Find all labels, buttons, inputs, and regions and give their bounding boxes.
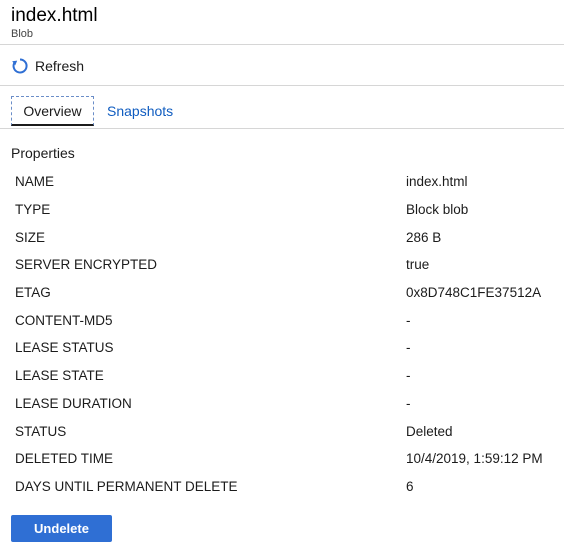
property-value: 0x8D748C1FE37512A [406,285,542,301]
property-row-size: SIZE 286 B [15,223,564,251]
page-title: index.html [11,5,98,26]
property-key: NAME [15,174,55,190]
property-row-name: NAME index.html [15,168,564,196]
property-key: SERVER ENCRYPTED [15,257,158,273]
property-key: LEASE STATUS [15,340,114,356]
property-key: TYPE [15,202,51,218]
property-value: - [406,312,411,328]
property-value: true [406,257,430,273]
property-row-etag: ETAG 0x8D748C1FE37512A [15,279,564,307]
property-key: ETAG [15,285,51,301]
property-row-lease-state: LEASE STATE - [15,362,564,390]
tab-snapshots[interactable]: Snapshots [94,96,186,126]
blade-header: index.html Blob [11,4,98,41]
property-row-days-until-permanent-delete: DAYS UNTIL PERMANENT DELETE 6 [15,473,564,501]
property-key: CONTENT-MD5 [15,312,113,328]
property-key: STATUS [15,423,67,439]
property-value: 286 B [406,229,442,245]
property-row-server-encrypted: SERVER ENCRYPTED true [15,251,564,279]
property-key: SIZE [15,229,46,245]
page-subtitle: Blob [11,28,34,40]
property-key: LEASE STATE [15,368,104,384]
property-value: 6 [406,478,414,494]
toolbar-divider [0,85,564,86]
property-value: 10/4/2019, 1:59:12 PM [406,451,543,467]
properties-heading: Properties [11,145,75,161]
refresh-label: Refresh [35,58,85,74]
refresh-icon [11,57,29,75]
property-key: DELETED TIME [15,451,114,467]
property-value: - [406,340,411,356]
property-row-deleted-time: DELETED TIME 10/4/2019, 1:59:12 PM [15,445,564,473]
header-divider [0,44,564,45]
property-value: - [406,368,411,384]
tab-overview[interactable]: Overview [11,96,94,126]
property-value: - [406,395,411,411]
property-value: Deleted [406,423,453,439]
property-row-lease-status: LEASE STATUS - [15,334,564,362]
property-key: DAYS UNTIL PERMANENT DELETE [15,478,238,494]
property-row-status: STATUS Deleted [15,417,564,445]
property-value: index.html [406,174,468,190]
tabs-divider [0,128,564,129]
property-key: LEASE DURATION [15,395,132,411]
property-row-content-md5: CONTENT-MD5 - [15,306,564,334]
property-row-type: TYPE Block blob [15,196,564,224]
tab-bar: Overview Snapshots [11,96,186,126]
property-row-lease-duration: LEASE DURATION - [15,390,564,418]
undelete-button[interactable]: Undelete [11,515,112,542]
properties-list: NAME index.html TYPE Block blob SIZE 286… [15,168,564,500]
property-value: Block blob [406,202,469,218]
refresh-button[interactable]: Refresh [11,54,84,78]
